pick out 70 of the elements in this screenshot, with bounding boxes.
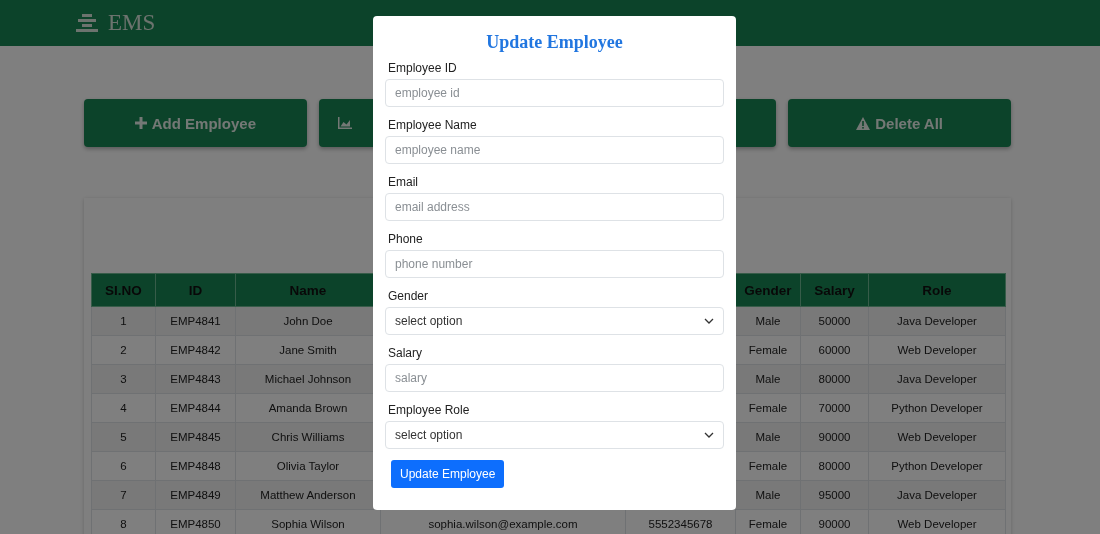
table-cell: 1 [91, 306, 156, 336]
column-header: Salary [800, 273, 869, 307]
table-cell: 80000 [800, 451, 869, 481]
field-label: Employee Role [388, 403, 471, 417]
select-field[interactable]: select option [385, 421, 724, 449]
table-cell: 6 [91, 451, 156, 481]
table-cell: Male [735, 480, 801, 510]
table-cell: Java Developer [868, 480, 1006, 510]
plus-icon [134, 117, 147, 129]
field-label: Salary [388, 346, 423, 360]
table-cell: Male [735, 422, 801, 452]
table-cell: EMP4848 [155, 451, 236, 481]
table-cell: Web Developer [868, 335, 1006, 365]
table-cell: Female [735, 335, 801, 365]
table-cell: EMP4849 [155, 480, 236, 510]
table-cell: Python Developer [868, 451, 1006, 481]
table-cell: Sophia Wilson [235, 509, 381, 534]
field-label: Employee Name [388, 118, 478, 132]
table-cell: EMP4844 [155, 393, 236, 423]
update-button[interactable]: Update Employee [391, 460, 505, 488]
input-field[interactable]: employee id [385, 79, 724, 107]
table-cell: 95000 [800, 480, 869, 510]
table-cell: 3 [91, 364, 156, 394]
table-cell: Female [735, 393, 801, 423]
table-cell: Female [735, 451, 801, 481]
table-cell: 4 [91, 393, 156, 423]
column-header: Gender [735, 273, 801, 307]
input-field[interactable]: employee name [385, 136, 724, 164]
stack-icon [76, 14, 98, 32]
column-header: Role [868, 273, 1006, 307]
table-cell: 50000 [800, 306, 869, 336]
table-cell: EMP4845 [155, 422, 236, 452]
warning-icon [856, 116, 871, 130]
table-cell: Web Developer [868, 422, 1006, 452]
table-cell: EMP4843 [155, 364, 236, 394]
field-label: Gender [388, 289, 430, 303]
table-cell: Male [735, 364, 801, 394]
table-cell: 2 [91, 335, 156, 365]
table-cell: 90000 [800, 422, 869, 452]
table-cell: Java Developer [868, 306, 1006, 336]
action-button[interactable]: Delete All [788, 99, 1011, 147]
table-cell: 5552345678 [625, 509, 736, 534]
column-header: ID [155, 273, 236, 307]
table-cell: 5 [91, 422, 156, 452]
input-field[interactable]: email address [385, 193, 724, 221]
table-cell: 8 [91, 509, 156, 534]
action-button[interactable]: Add Employee [84, 99, 307, 147]
table-cell: Python Developer [868, 393, 1006, 423]
table-cell: 70000 [800, 393, 869, 423]
select-field[interactable]: select option [385, 307, 724, 335]
input-field[interactable]: phone number [385, 250, 724, 278]
chevron-down-icon [704, 432, 714, 438]
table-cell: Web Developer [868, 509, 1006, 534]
chart-icon [338, 117, 353, 129]
input-field[interactable]: salary [385, 364, 724, 392]
table-cell: 80000 [800, 364, 869, 394]
field-label: Email [388, 175, 419, 189]
table-cell: EMP4841 [155, 306, 236, 336]
brand-name: EMS [108, 10, 156, 36]
table-cell: Java Developer [868, 364, 1006, 394]
column-header: SI.NO [91, 273, 156, 307]
dialog-title: Update Employee [486, 32, 623, 53]
table-cell: 60000 [800, 335, 869, 365]
table-cell: 7 [91, 480, 156, 510]
field-label: Phone [388, 232, 424, 246]
table-cell: EMP4842 [155, 335, 236, 365]
table-cell: sophia.wilson@example.com [380, 509, 626, 534]
table-cell: Male [735, 306, 801, 336]
field-label: Employee ID [388, 61, 458, 75]
chevron-down-icon [704, 318, 714, 324]
